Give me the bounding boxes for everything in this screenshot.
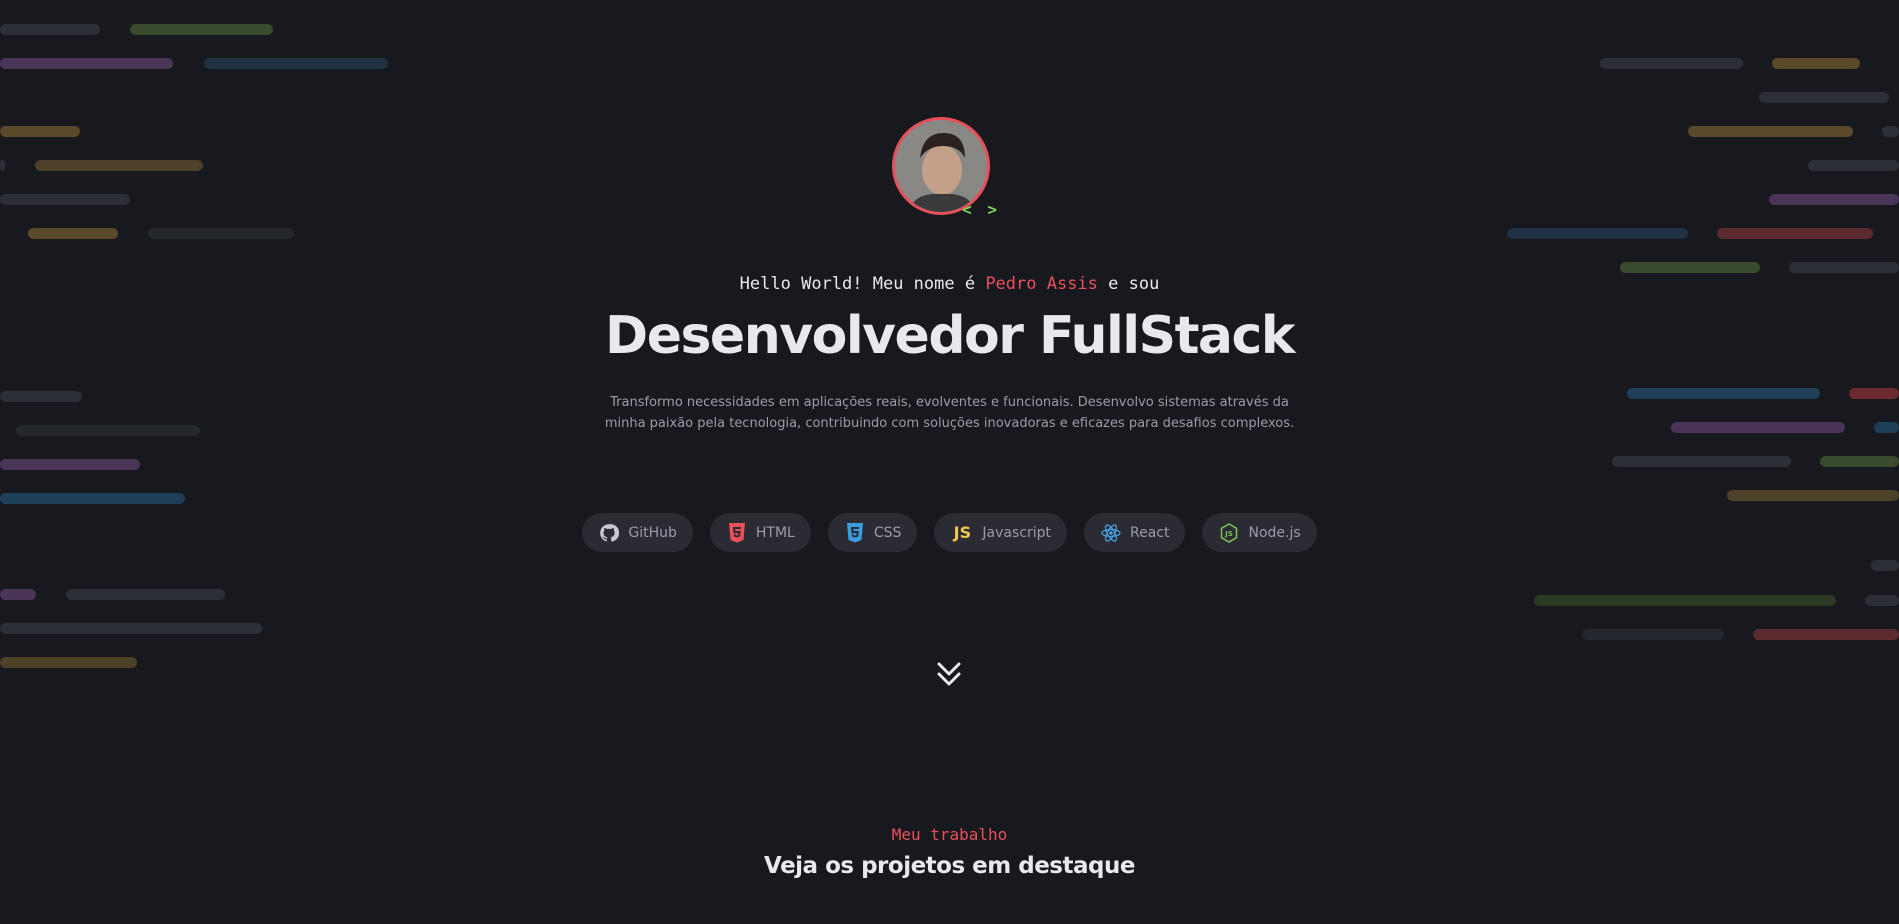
chip-label: Node.js <box>1248 524 1301 541</box>
page-title: Desenvolvedor FullStack <box>605 306 1295 366</box>
js-icon: JS <box>953 523 972 542</box>
chip-nodejs[interactable]: JS Node.js <box>1202 513 1317 552</box>
avatar-container: < > <box>892 117 997 219</box>
code-brackets-icon: < > <box>962 200 1000 219</box>
hero-description-line: minha paixão pela tecnologia, contribuin… <box>604 416 1295 431</box>
hero-description: Transformo necessidades em aplicações re… <box>600 392 1299 434</box>
section-title: Veja os projetos em destaque <box>764 853 1135 879</box>
greeting-name: Pedro Assis <box>985 274 1098 294</box>
nodejs-icon: JS <box>1219 522 1239 543</box>
greeting-prefix: Hello World! Meu nome é <box>739 274 986 294</box>
avatar-photo <box>895 120 987 212</box>
chip-label: HTML <box>755 524 795 541</box>
github-icon <box>599 523 620 543</box>
chip-html[interactable]: HTML <box>709 513 811 552</box>
section-label: Meu trabalho <box>891 825 1008 844</box>
chip-javascript[interactable]: JS Javascript <box>934 513 1067 552</box>
greeting-line: Hello World! Meu nome é Pedro Assis e so… <box>0 274 1899 294</box>
chip-label: GitHub <box>628 524 677 541</box>
chip-label: CSS <box>873 524 902 541</box>
chip-label: React <box>1129 524 1170 541</box>
html5-icon <box>727 522 747 543</box>
tech-chips: GitHub HTML CSS JS Javascript React JS N… <box>0 513 1899 552</box>
greeting-suffix: e sou <box>1097 274 1160 294</box>
chip-css[interactable]: CSS <box>827 513 918 552</box>
double-chevron-down-icon[interactable] <box>936 661 962 689</box>
css3-icon <box>845 522 865 543</box>
svg-text:JS: JS <box>1225 530 1234 538</box>
hero-description-line: Transformo necessidades em aplicações re… <box>610 395 1289 410</box>
react-icon <box>1101 523 1121 543</box>
chip-react[interactable]: React <box>1083 513 1186 552</box>
chip-github[interactable]: GitHub <box>582 513 693 552</box>
chip-label: Javascript <box>982 524 1051 541</box>
